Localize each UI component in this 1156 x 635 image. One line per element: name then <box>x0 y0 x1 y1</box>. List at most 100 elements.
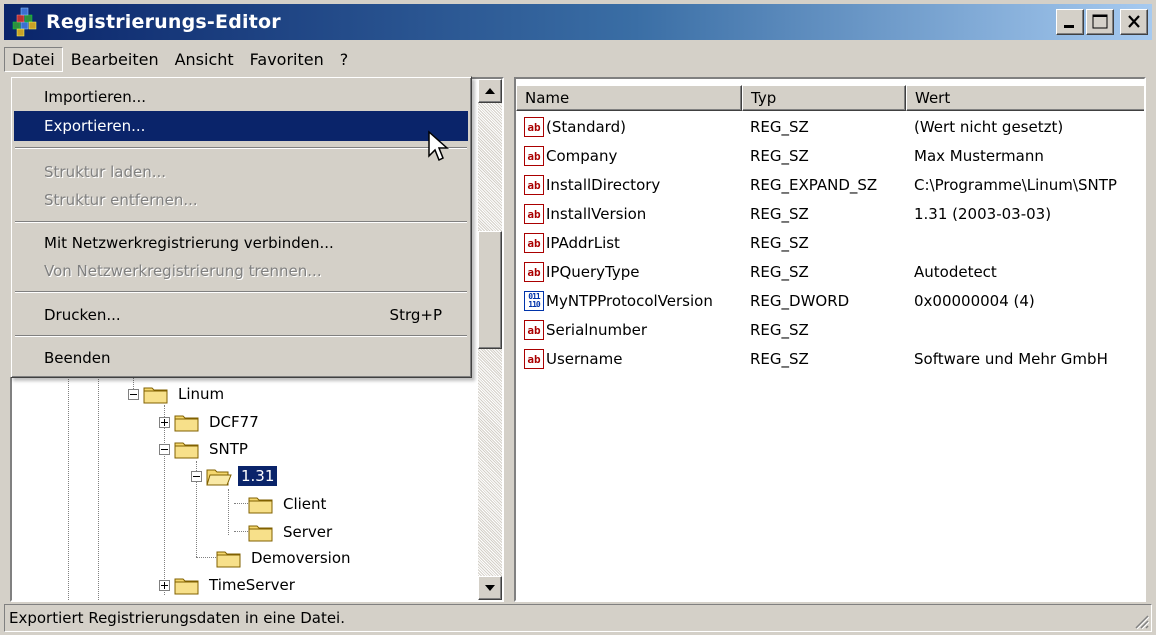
string-value-icon: ab <box>524 175 544 195</box>
tree-guide-line <box>234 503 248 504</box>
string-value-icon: ab <box>524 146 544 166</box>
tree-node-linum[interactable]: Linum <box>128 381 227 407</box>
table-row[interactable]: ab InstallDirectory REG_EXPAND_SZ C:\Prog… <box>516 171 1144 199</box>
folder-icon <box>143 384 169 404</box>
status-text: Exportiert Registrierungsdaten in eine D… <box>9 609 345 627</box>
menu-datei[interactable]: Datei <box>4 46 63 72</box>
list-header: Name Typ Wert <box>516 85 1144 111</box>
collapse-icon[interactable] <box>159 443 170 455</box>
tree-node-demoversion[interactable]: Demoversion <box>216 545 354 571</box>
title-bar[interactable]: Registrierungs-Editor <box>4 4 1152 40</box>
column-header-value[interactable]: Wert <box>906 85 1144 111</box>
table-row[interactable]: ab IPQueryType REG_SZ Autodetect <box>516 258 1144 286</box>
string-value-icon: ab <box>524 262 544 282</box>
value-data: Autodetect <box>914 263 997 281</box>
menu-item-print[interactable]: Drucken... Strg+P <box>14 300 468 330</box>
string-value-icon: ab <box>524 320 544 340</box>
expand-icon[interactable] <box>159 416 170 428</box>
shortcut-label: Strg+P <box>389 306 442 324</box>
menu-ansicht[interactable]: Ansicht <box>167 47 242 72</box>
value-name: MyNTPProtocolVersion <box>546 292 713 310</box>
tree-node-server[interactable]: Server <box>248 519 335 545</box>
tree-node-label: Demoversion <box>251 549 351 567</box>
string-value-icon: ab <box>524 349 544 369</box>
value-data: 1.31 (2003-03-03) <box>914 205 1052 223</box>
menu-help[interactable]: ? <box>332 47 357 72</box>
column-header-type[interactable]: Typ <box>742 85 906 111</box>
value-type: REG_SZ <box>750 350 809 368</box>
resize-grip-icon[interactable] <box>1133 613 1149 629</box>
value-type: REG_SZ <box>750 118 809 136</box>
string-value-icon: ab <box>524 117 544 137</box>
tree-node-label: Client <box>283 495 327 513</box>
string-value-icon: ab <box>524 233 544 253</box>
open-folder-icon <box>206 466 232 486</box>
table-row[interactable]: 011 110 MyNTPProtocolVersion REG_DWORD 0x… <box>516 287 1144 315</box>
expand-icon[interactable] <box>159 579 170 591</box>
tree-vertical-scrollbar[interactable] <box>478 79 502 600</box>
value-type: REG_DWORD <box>750 292 850 310</box>
value-name: (Standard) <box>546 118 626 136</box>
scroll-thumb[interactable] <box>478 231 502 349</box>
menu-item-import[interactable]: Importieren... <box>14 82 468 112</box>
table-row[interactable]: ab IPAddrList REG_SZ <box>516 229 1144 257</box>
table-row[interactable]: ab Username REG_SZ Software und Mehr GmbH <box>516 345 1144 373</box>
tree-node-timeserver[interactable]: TimeServer <box>159 572 298 598</box>
minimize-button[interactable] <box>1056 9 1084 35</box>
value-type: REG_SZ <box>750 147 809 165</box>
menu-bearbeiten[interactable]: Bearbeiten <box>63 47 167 72</box>
value-name: IPAddrList <box>546 234 620 252</box>
registry-editor-icon <box>10 7 40 37</box>
menu-item-unload-hive: Struktur entfernen... <box>44 191 198 209</box>
value-type: REG_SZ <box>750 205 809 223</box>
scroll-down-button[interactable] <box>478 576 502 600</box>
table-row[interactable]: ab Company REG_SZ Max Mustermann <box>516 142 1144 170</box>
folder-icon <box>174 412 200 432</box>
value-data: 0x00000004 (4) <box>914 292 1035 310</box>
folder-icon <box>174 575 200 595</box>
menu-separator <box>15 147 467 149</box>
collapse-icon[interactable] <box>128 388 139 400</box>
folder-icon <box>216 548 242 568</box>
menu-bar: Datei Bearbeiten Ansicht Favoriten ? <box>4 44 356 74</box>
menu-favoriten[interactable]: Favoriten <box>242 47 332 72</box>
menu-item-load-hive: Struktur laden... <box>44 163 167 181</box>
values-list[interactable]: Name Typ Wert ab (Standard) REG_SZ (Wert … <box>514 77 1146 602</box>
tree-guide-line <box>196 557 216 558</box>
value-name: InstallDirectory <box>546 176 661 194</box>
table-row[interactable]: ab Serialnumber REG_SZ <box>516 316 1144 344</box>
value-name: Company <box>546 147 618 165</box>
column-header-name[interactable]: Name <box>516 85 742 111</box>
tree-node-client[interactable]: Client <box>248 491 329 517</box>
collapse-icon[interactable] <box>191 470 202 482</box>
table-row[interactable]: ab (Standard) REG_SZ (Wert nicht gesetzt) <box>516 113 1144 141</box>
value-name: InstallVersion <box>546 205 647 223</box>
scroll-up-button[interactable] <box>478 79 502 103</box>
folder-icon <box>248 522 274 542</box>
arrow-up-icon <box>485 88 495 94</box>
menu-item-connect-network-registry[interactable]: Mit Netzwerkregistrierung verbinden... <box>14 228 468 258</box>
mouse-cursor-icon <box>428 130 449 162</box>
pane-splitter[interactable] <box>504 77 512 602</box>
tree-node-sntp[interactable]: SNTP <box>159 436 251 462</box>
menu-item-disconnect-network-registry: Von Netzwerkregistrierung trennen... <box>44 262 322 280</box>
value-type: REG_SZ <box>750 234 809 252</box>
status-bar: Exportiert Registrierungsdaten in eine D… <box>4 604 1152 632</box>
maximize-button[interactable] <box>1086 9 1114 35</box>
value-name: IPQueryType <box>546 263 640 281</box>
tree-node-label: SNTP <box>209 440 248 458</box>
menu-item-export[interactable]: Exportieren... <box>14 111 468 141</box>
value-data: C:\Programme\Linum\SNTP <box>914 176 1117 194</box>
binary-value-icon: 011 110 <box>524 291 544 311</box>
tree-guide-line <box>228 489 229 535</box>
menu-item-exit[interactable]: Beenden <box>14 343 468 373</box>
value-name: Serialnumber <box>546 321 647 339</box>
registry-editor-window: Registrierungs-Editor Datei Bearbeiten A… <box>0 0 1156 635</box>
tree-node-dcf77[interactable]: DCF77 <box>159 409 262 435</box>
tree-node-label: Linum <box>178 385 225 403</box>
value-type: REG_SZ <box>750 263 809 281</box>
menu-separator <box>15 221 467 223</box>
table-row[interactable]: ab InstallVersion REG_SZ 1.31 (2003-03-03… <box>516 200 1144 228</box>
tree-node-1-31[interactable]: 1.31 <box>191 463 279 489</box>
close-button[interactable] <box>1120 9 1148 35</box>
